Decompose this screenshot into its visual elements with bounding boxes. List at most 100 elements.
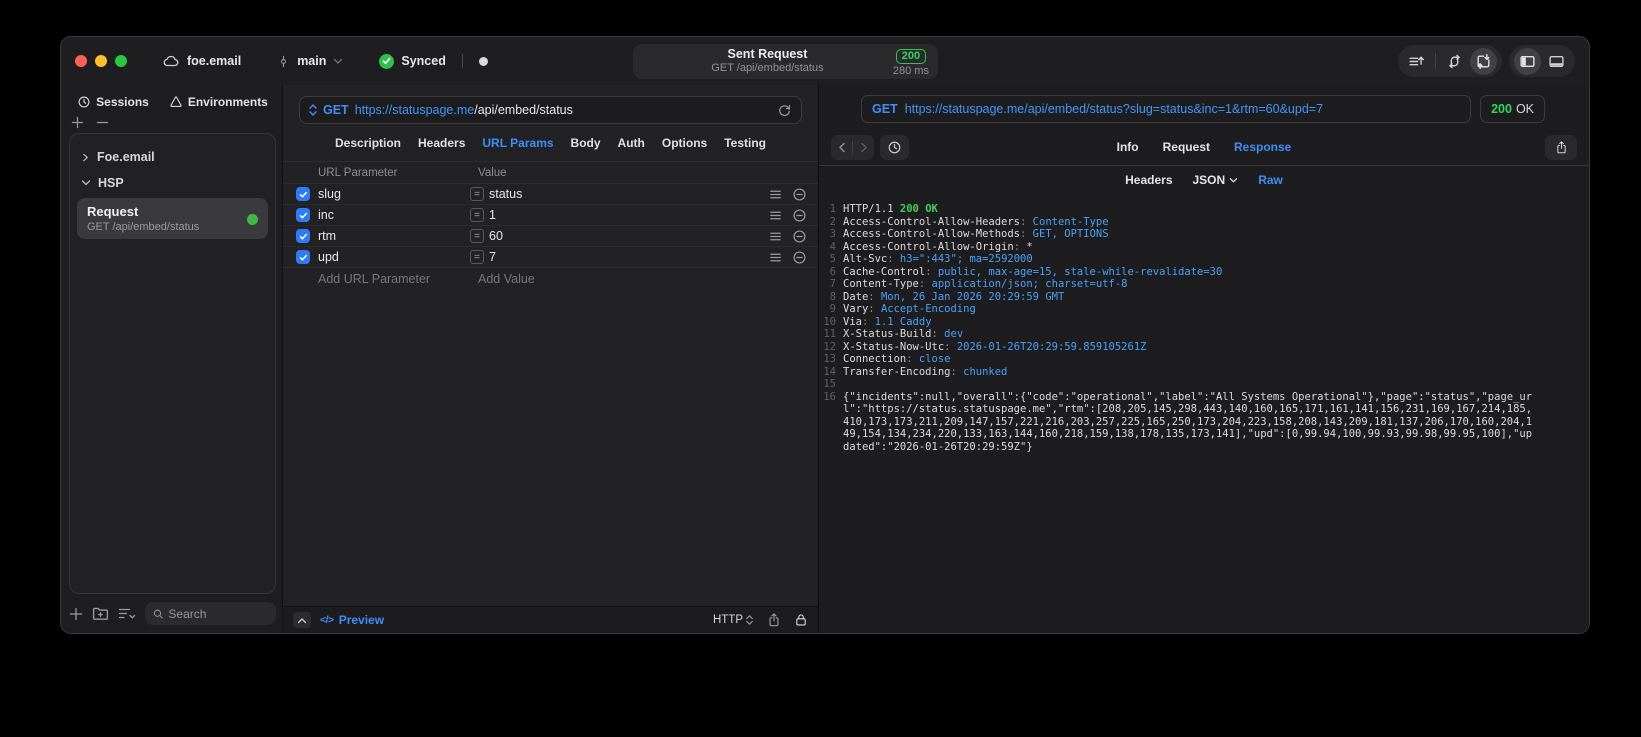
remove-param-button[interactable] [792,250,807,265]
param-value-field[interactable]: 7 [489,250,768,264]
method-selector-icon[interactable] [309,104,317,116]
add-session-button[interactable] [71,116,84,129]
tab-body[interactable]: Body [571,136,601,150]
param-value-field[interactable]: 1 [489,208,768,222]
response-line: 12 X-Status-Now-Utc: 2026-01-26T20:29:59.… [823,340,1147,353]
tab-headers[interactable]: Headers [418,136,465,150]
drag-handle-icon[interactable] [768,229,783,244]
tab-environments[interactable]: Environments [169,95,268,109]
request-footer: </> Preview HTTP [283,606,818,633]
subtab-raw[interactable]: Raw [1258,173,1283,187]
tab-info[interactable]: Info [1117,140,1139,154]
tab-sessions[interactable]: Sessions [77,95,149,109]
request-url-host: https://statuspage.me [354,103,475,117]
preview-button[interactable]: </> Preview [320,613,384,627]
title-bar: foe.email main Synced Sent Request GET /… [61,37,1589,85]
zoom-window-button[interactable] [115,55,127,67]
response-line: 16 {"incidents":null,"overall":{"code":"o… [823,390,1533,453]
tab-description[interactable]: Description [335,136,401,150]
export-response-button[interactable] [1545,134,1577,160]
remove-session-button[interactable] [96,116,109,129]
branch-selector[interactable]: main [277,54,343,69]
drag-handle-icon[interactable] [768,250,783,265]
history-back-button[interactable] [831,135,852,160]
synced-check-icon [379,53,395,69]
column-value: Value [478,166,507,179]
add-request-button[interactable] [69,607,83,621]
subtab-headers[interactable]: Headers [1125,173,1172,187]
toggle-left-panel-icon[interactable] [1514,47,1541,75]
history-clock-button[interactable] [880,134,909,160]
import-export-icon[interactable] [1470,47,1497,75]
resend-request-icon[interactable] [777,103,792,118]
lock-icon[interactable] [794,612,808,628]
sync-status[interactable]: Synced [379,53,446,69]
tab-testing[interactable]: Testing [724,136,766,150]
request-method[interactable]: GET [323,103,349,117]
search-input[interactable] [168,606,268,621]
add-value-field[interactable]: Add Value [478,272,535,286]
param-name-field[interactable]: upd [318,250,470,264]
tree-label: HSP [98,176,124,190]
tree-item-foe-email[interactable]: Foe.email [77,144,268,170]
tab-request[interactable]: Request [1163,140,1210,154]
remove-param-button[interactable] [792,187,807,202]
protocol-selector[interactable]: HTTP [713,614,754,626]
json-label: JSON [1192,173,1226,187]
headers-label: Headers [1125,173,1173,187]
equals-icon: = [470,229,484,243]
sessions-panel: Foe.email HSP Request GET /api/embed/sta… [69,133,276,594]
response-line: 13 Connection: close [823,353,951,365]
search-box[interactable] [145,602,276,625]
param-value-field[interactable]: status [489,187,768,201]
close-window-button[interactable] [75,55,87,67]
response-line: 10 Via: 1.1 Caddy [823,315,932,328]
params-table-rows: slug = status inc = 1 rtm = 60 upd = 7 [283,184,818,268]
share-icon[interactable] [767,612,781,628]
remove-param-button[interactable] [792,208,807,223]
param-name-field[interactable]: slug [318,187,470,201]
tab-auth[interactable]: Auth [618,136,645,150]
minimize-window-button[interactable] [95,55,107,67]
sent-request-summary[interactable]: Sent Request GET /api/embed/status 200 2… [633,44,938,79]
param-enabled-checkbox[interactable] [296,208,310,222]
param-enabled-checkbox[interactable] [296,187,310,201]
add-param-row[interactable]: Add URL Parameter Add Value [283,268,818,289]
add-url-parameter-field[interactable]: Add URL Parameter [318,272,478,286]
request-url-bar[interactable]: GET https://statuspage.me /api/embed/sta… [299,96,802,124]
param-enabled-checkbox[interactable] [296,229,310,243]
tab-response[interactable]: Response [1234,140,1291,154]
tree-item-hsp[interactable]: HSP [77,170,268,196]
expand-panel-button[interactable] [293,612,311,628]
param-enabled-checkbox[interactable] [296,250,310,264]
sent-request-url-box: GET https://statuspage.me/api/embed/stat… [861,95,1472,123]
response-status-text: OK [1515,102,1534,116]
tab-options[interactable]: Options [662,136,707,150]
branch-name: main [297,54,327,68]
response-line: 9 Vary: Accept-Encoding [829,303,976,315]
response-body: 1 HTTP/1.1 200 OK 2 Access-Control-Allow-He… [819,194,1589,633]
drag-handle-icon[interactable] [768,187,783,202]
history-forward-button[interactable] [853,135,874,160]
param-name-field[interactable]: inc [318,208,470,222]
app-window: foe.email main Synced Sent Request GET /… [60,36,1590,634]
param-name-field[interactable]: rtm [318,229,470,243]
new-folder-icon[interactable] [92,606,109,621]
response-status-box: 200 OK [1480,95,1545,123]
toggle-bottom-panel-icon[interactable] [1543,48,1570,75]
subtab-format-json[interactable]: JSON [1193,173,1239,187]
tab-url-params[interactable]: URL Params [482,136,553,150]
response-nav: Info Request Response [819,129,1589,165]
remove-param-button[interactable] [792,229,807,244]
request-list-item-selected[interactable]: Request GET /api/embed/status [77,198,268,239]
request-tabs: Description Headers URL Params Body Auth… [283,124,818,161]
sync-branches-icon[interactable] [1441,48,1468,75]
param-value-field[interactable]: 60 [489,229,768,243]
param-row: inc = 1 [283,205,818,226]
sort-list-icon[interactable] [118,607,136,621]
export-list-icon[interactable] [1403,48,1430,75]
sessions-label: Sessions [96,95,149,109]
drag-handle-icon[interactable] [768,208,783,223]
cloud-project-button[interactable]: foe.email [163,54,241,68]
search-icon [153,609,163,619]
